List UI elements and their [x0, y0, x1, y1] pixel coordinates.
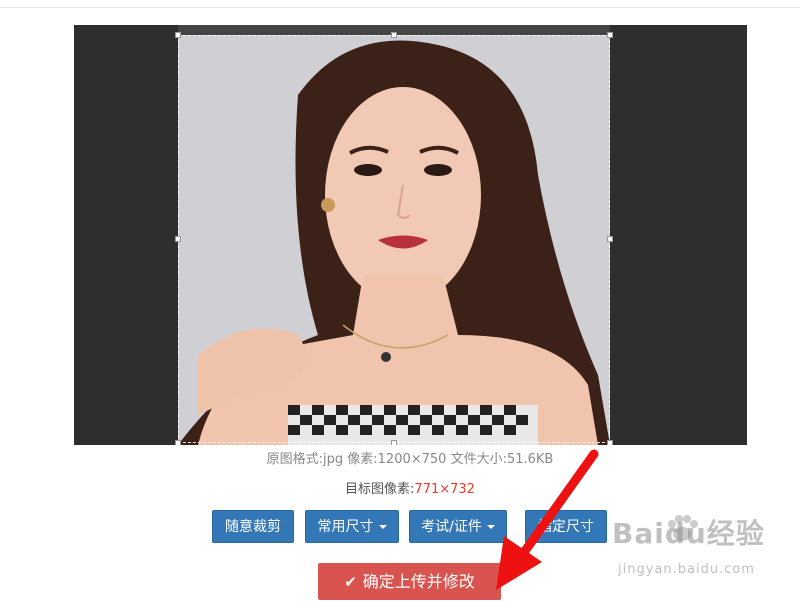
red-arrow-annotation — [496, 449, 599, 590]
caret-down-icon — [378, 525, 387, 529]
crop-handle-top[interactable] — [391, 32, 397, 38]
watermark-url: jingyan.baidu.com — [618, 562, 755, 577]
crop-handle-right[interactable] — [607, 236, 613, 242]
crop-mask-left — [74, 25, 178, 445]
watermark-logo: Baidu经验 — [612, 512, 800, 552]
crop-handle-top-left[interactable] — [175, 32, 181, 38]
top-divider — [0, 0, 800, 8]
crop-selection-box[interactable] — [175, 32, 613, 445]
target-size-label: 目标图像素: — [345, 482, 415, 497]
common-size-dropdown[interactable]: 常用尺寸 — [305, 510, 399, 543]
free-crop-button[interactable]: 随意裁剪 — [212, 510, 294, 543]
source-image-info: 原图格式:jpg 像素:1200×750 文件大小:51.6KB — [0, 448, 800, 467]
crop-handle-bottom[interactable] — [391, 440, 397, 445]
confirm-upload-label: 确定上传并修改 — [362, 572, 475, 591]
check-icon: ✔ — [344, 573, 357, 591]
baidu-jingyan-watermark: Baidu经验 jingyan.baidu.com — [612, 512, 800, 592]
crop-handle-bottom-left[interactable] — [175, 440, 181, 445]
crop-handle-top-right[interactable] — [607, 32, 613, 38]
free-crop-label: 随意裁剪 — [225, 519, 281, 535]
target-size-info: 目标图像素:771×732 — [0, 478, 800, 497]
crop-mask-right — [610, 25, 747, 445]
target-size-value: 771×732 — [414, 482, 475, 497]
crop-handle-left[interactable] — [175, 236, 181, 242]
common-size-label: 常用尺寸 — [317, 519, 374, 535]
paw-icon — [668, 515, 698, 541]
image-cropper[interactable] — [74, 25, 747, 445]
